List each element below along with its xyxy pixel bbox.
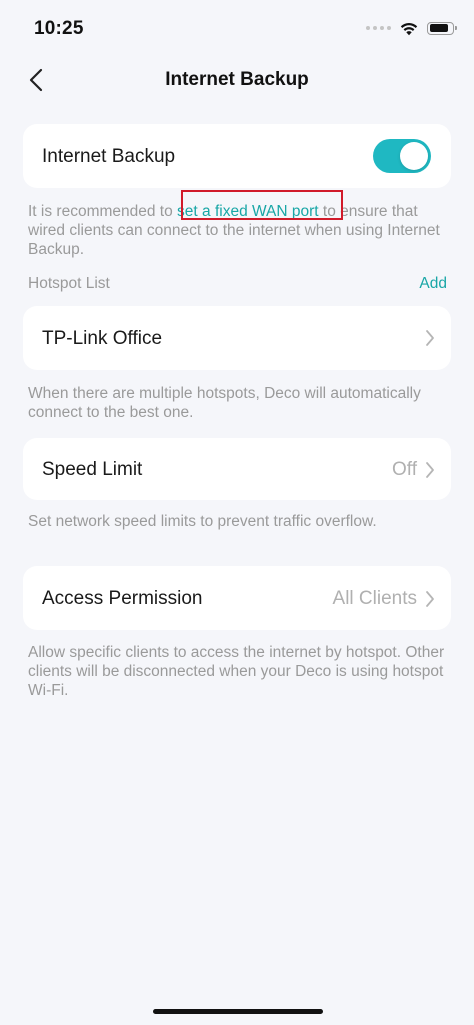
access-permission-row[interactable]: Access Permission All Clients: [23, 566, 451, 630]
hotspot-list-header: Hotspot List: [28, 275, 110, 292]
recommend-hint-text: It is recommended to: [28, 203, 178, 220]
access-permission-hint: Allow specific clients to access the int…: [28, 644, 445, 699]
access-permission-right: All Clients: [333, 588, 435, 610]
speed-limit-row[interactable]: Speed Limit Off: [23, 438, 451, 500]
internet-backup-screen: 10:25 Internet Backup Internet Backup It…: [0, 0, 474, 1025]
page-title: Internet Backup: [165, 69, 309, 90]
speed-limit-value: Off: [392, 459, 417, 480]
internet-backup-card: Internet Backup: [23, 124, 451, 188]
chevron-right-icon: [426, 330, 434, 346]
battery-icon: [427, 21, 457, 35]
home-indicator: [153, 1009, 323, 1014]
status-icons: [366, 20, 457, 36]
speed-limit-hint: Set network speed limits to prevent traf…: [28, 513, 377, 530]
battery-level: [429, 24, 448, 32]
chevron-right-icon: [426, 591, 434, 607]
hotspot-item-right: [425, 329, 435, 347]
wifi-icon: [400, 22, 418, 35]
status-time: 10:25: [34, 18, 84, 39]
navigation-bar: Internet Backup: [0, 52, 474, 108]
cellular-signal-icon: [366, 26, 391, 30]
hotspot-list-hint: When there are multiple hotspots, Deco w…: [28, 385, 421, 421]
access-permission-label: Access Permission: [42, 588, 203, 609]
toggle-knob: [400, 142, 428, 170]
access-permission-value: All Clients: [332, 588, 417, 609]
internet-backup-label: Internet Backup: [42, 146, 176, 167]
hotspot-item[interactable]: TP-Link Office: [23, 306, 451, 370]
speed-limit-label: Speed Limit: [42, 459, 143, 480]
hotspot-item-name: TP-Link Office: [42, 328, 163, 349]
add-hotspot-button[interactable]: Add: [419, 275, 447, 293]
highlight-box: [181, 190, 343, 220]
status-bar: 10:25: [0, 0, 474, 52]
internet-backup-toggle[interactable]: [373, 139, 431, 173]
chevron-right-icon: [426, 462, 434, 478]
speed-limit-right: Off: [392, 459, 435, 481]
